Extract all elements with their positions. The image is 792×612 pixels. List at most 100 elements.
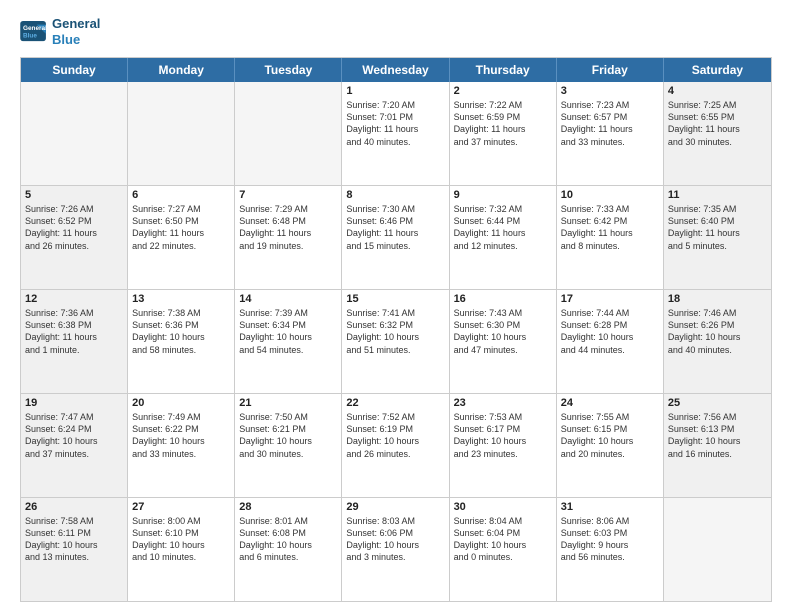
calendar-cell-day-19: 19 Sunrise: 7:47 AM Sunset: 6:24 PM Dayli… xyxy=(21,394,128,497)
cell-info: Sunrise: 7:39 AM Sunset: 6:34 PM Dayligh… xyxy=(239,307,337,356)
calendar-row-0: 1Sunrise: 7:20 AM Sunset: 7:01 PM Daylig… xyxy=(21,82,771,185)
page: General Blue General Blue SundayMondayTu… xyxy=(0,0,792,612)
calendar-cell-day-1: 1Sunrise: 7:20 AM Sunset: 7:01 PM Daylig… xyxy=(342,82,449,185)
calendar-cell-day-2: 2Sunrise: 7:22 AM Sunset: 6:59 PM Daylig… xyxy=(450,82,557,185)
calendar-cell-day-16: 16 Sunrise: 7:43 AM Sunset: 6:30 PM Dayli… xyxy=(450,290,557,393)
calendar-cell-day-30: 30 Sunrise: 8:04 AM Sunset: 6:04 PM Dayli… xyxy=(450,498,557,601)
weekday-header-thursday: Thursday xyxy=(450,58,557,82)
calendar-row-3: 19 Sunrise: 7:47 AM Sunset: 6:24 PM Dayli… xyxy=(21,393,771,497)
day-number: 14 xyxy=(239,293,337,305)
calendar: SundayMondayTuesdayWednesdayThursdayFrid… xyxy=(20,57,772,602)
day-number: 8 xyxy=(346,189,444,201)
logo-icon: General Blue xyxy=(20,21,48,43)
cell-info: Sunrise: 7:41 AM Sunset: 6:32 PM Dayligh… xyxy=(346,307,444,356)
calendar-cell-day-17: 17 Sunrise: 7:44 AM Sunset: 6:28 PM Dayli… xyxy=(557,290,664,393)
cell-info: Sunrise: 7:44 AM Sunset: 6:28 PM Dayligh… xyxy=(561,307,659,356)
weekday-header-wednesday: Wednesday xyxy=(342,58,449,82)
cell-info: Sunrise: 7:30 AM Sunset: 6:46 PM Dayligh… xyxy=(346,203,444,252)
day-number: 24 xyxy=(561,397,659,409)
cell-info: Sunrise: 8:04 AM Sunset: 6:04 PM Dayligh… xyxy=(454,515,552,564)
cell-info: Sunrise: 7:43 AM Sunset: 6:30 PM Dayligh… xyxy=(454,307,552,356)
day-number: 15 xyxy=(346,293,444,305)
calendar-cell-day-6: 6Sunrise: 7:27 AM Sunset: 6:50 PM Daylig… xyxy=(128,186,235,289)
day-number: 30 xyxy=(454,501,552,513)
cell-info: Sunrise: 8:00 AM Sunset: 6:10 PM Dayligh… xyxy=(132,515,230,564)
weekday-header-friday: Friday xyxy=(557,58,664,82)
calendar-header: SundayMondayTuesdayWednesdayThursdayFrid… xyxy=(21,58,771,82)
calendar-row-4: 26 Sunrise: 7:58 AM Sunset: 6:11 PM Dayli… xyxy=(21,497,771,601)
logo-text: General Blue xyxy=(52,16,100,47)
day-number: 5 xyxy=(25,189,123,201)
day-number: 26 xyxy=(25,501,123,513)
calendar-cell-day-5: 5 Sunrise: 7:26 AM Sunset: 6:52 PM Daylig… xyxy=(21,186,128,289)
calendar-row-1: 5 Sunrise: 7:26 AM Sunset: 6:52 PM Daylig… xyxy=(21,185,771,289)
day-number: 3 xyxy=(561,85,659,97)
cell-info: Sunrise: 7:26 AM Sunset: 6:52 PM Dayligh… xyxy=(25,203,123,252)
calendar-cell-day-23: 23Sunrise: 7:53 AM Sunset: 6:17 PM Dayli… xyxy=(450,394,557,497)
calendar-cell-day-22: 22 Sunrise: 7:52 AM Sunset: 6:19 PM Dayli… xyxy=(342,394,449,497)
cell-info: Sunrise: 7:27 AM Sunset: 6:50 PM Dayligh… xyxy=(132,203,230,252)
calendar-cell-day-10: 10 Sunrise: 7:33 AM Sunset: 6:42 PM Dayli… xyxy=(557,186,664,289)
weekday-header-monday: Monday xyxy=(128,58,235,82)
day-number: 29 xyxy=(346,501,444,513)
day-number: 31 xyxy=(561,501,659,513)
cell-info: Sunrise: 7:47 AM Sunset: 6:24 PM Dayligh… xyxy=(25,411,123,460)
cell-info: Sunrise: 7:33 AM Sunset: 6:42 PM Dayligh… xyxy=(561,203,659,252)
cell-info: Sunrise: 7:52 AM Sunset: 6:19 PM Dayligh… xyxy=(346,411,444,460)
calendar-cell-day-11: 11 Sunrise: 7:35 AM Sunset: 6:40 PM Dayli… xyxy=(664,186,771,289)
day-number: 13 xyxy=(132,293,230,305)
cell-info: Sunrise: 7:56 AM Sunset: 6:13 PM Dayligh… xyxy=(668,411,767,460)
calendar-body: 1Sunrise: 7:20 AM Sunset: 7:01 PM Daylig… xyxy=(21,82,771,601)
calendar-cell-empty-0-0 xyxy=(21,82,128,185)
day-number: 16 xyxy=(454,293,552,305)
day-number: 17 xyxy=(561,293,659,305)
day-number: 18 xyxy=(668,293,767,305)
svg-text:General: General xyxy=(23,25,47,32)
calendar-cell-day-15: 15 Sunrise: 7:41 AM Sunset: 6:32 PM Dayli… xyxy=(342,290,449,393)
day-number: 11 xyxy=(668,189,767,201)
calendar-cell-empty-0-1 xyxy=(128,82,235,185)
calendar-cell-day-28: 28 Sunrise: 8:01 AM Sunset: 6:08 PM Dayli… xyxy=(235,498,342,601)
svg-text:Blue: Blue xyxy=(23,32,37,39)
calendar-row-2: 12Sunrise: 7:36 AM Sunset: 6:38 PM Dayli… xyxy=(21,289,771,393)
cell-info: Sunrise: 7:32 AM Sunset: 6:44 PM Dayligh… xyxy=(454,203,552,252)
calendar-cell-day-29: 29 Sunrise: 8:03 AM Sunset: 6:06 PM Dayli… xyxy=(342,498,449,601)
day-number: 22 xyxy=(346,397,444,409)
cell-info: Sunrise: 7:50 AM Sunset: 6:21 PM Dayligh… xyxy=(239,411,337,460)
day-number: 28 xyxy=(239,501,337,513)
cell-info: Sunrise: 7:49 AM Sunset: 6:22 PM Dayligh… xyxy=(132,411,230,460)
calendar-cell-day-8: 8 Sunrise: 7:30 AM Sunset: 6:46 PM Daylig… xyxy=(342,186,449,289)
weekday-header-tuesday: Tuesday xyxy=(235,58,342,82)
day-number: 9 xyxy=(454,189,552,201)
cell-info: Sunrise: 8:03 AM Sunset: 6:06 PM Dayligh… xyxy=(346,515,444,564)
cell-info: Sunrise: 7:29 AM Sunset: 6:48 PM Dayligh… xyxy=(239,203,337,252)
calendar-cell-day-4: 4Sunrise: 7:25 AM Sunset: 6:55 PM Daylig… xyxy=(664,82,771,185)
day-number: 1 xyxy=(346,85,444,97)
calendar-cell-day-26: 26 Sunrise: 7:58 AM Sunset: 6:11 PM Dayli… xyxy=(21,498,128,601)
day-number: 21 xyxy=(239,397,337,409)
day-number: 2 xyxy=(454,85,552,97)
header: General Blue General Blue xyxy=(20,16,772,47)
day-number: 25 xyxy=(668,397,767,409)
calendar-cell-day-9: 9 Sunrise: 7:32 AM Sunset: 6:44 PM Daylig… xyxy=(450,186,557,289)
calendar-cell-day-13: 13Sunrise: 7:38 AM Sunset: 6:36 PM Dayli… xyxy=(128,290,235,393)
calendar-cell-day-25: 25 Sunrise: 7:56 AM Sunset: 6:13 PM Dayli… xyxy=(664,394,771,497)
day-number: 19 xyxy=(25,397,123,409)
calendar-cell-day-27: 27Sunrise: 8:00 AM Sunset: 6:10 PM Dayli… xyxy=(128,498,235,601)
calendar-cell-day-20: 20Sunrise: 7:49 AM Sunset: 6:22 PM Dayli… xyxy=(128,394,235,497)
cell-info: Sunrise: 8:01 AM Sunset: 6:08 PM Dayligh… xyxy=(239,515,337,564)
logo: General Blue General Blue xyxy=(20,16,100,47)
calendar-cell-day-7: 7Sunrise: 7:29 AM Sunset: 6:48 PM Daylig… xyxy=(235,186,342,289)
calendar-cell-empty-0-2 xyxy=(235,82,342,185)
calendar-cell-day-3: 3 Sunrise: 7:23 AM Sunset: 6:57 PM Daylig… xyxy=(557,82,664,185)
cell-info: Sunrise: 7:58 AM Sunset: 6:11 PM Dayligh… xyxy=(25,515,123,564)
day-number: 10 xyxy=(561,189,659,201)
day-number: 23 xyxy=(454,397,552,409)
day-number: 4 xyxy=(668,85,767,97)
cell-info: Sunrise: 7:35 AM Sunset: 6:40 PM Dayligh… xyxy=(668,203,767,252)
cell-info: Sunrise: 7:23 AM Sunset: 6:57 PM Dayligh… xyxy=(561,99,659,148)
calendar-cell-day-18: 18Sunrise: 7:46 AM Sunset: 6:26 PM Dayli… xyxy=(664,290,771,393)
calendar-cell-day-24: 24Sunrise: 7:55 AM Sunset: 6:15 PM Dayli… xyxy=(557,394,664,497)
cell-info: Sunrise: 8:06 AM Sunset: 6:03 PM Dayligh… xyxy=(561,515,659,564)
weekday-header-sunday: Sunday xyxy=(21,58,128,82)
